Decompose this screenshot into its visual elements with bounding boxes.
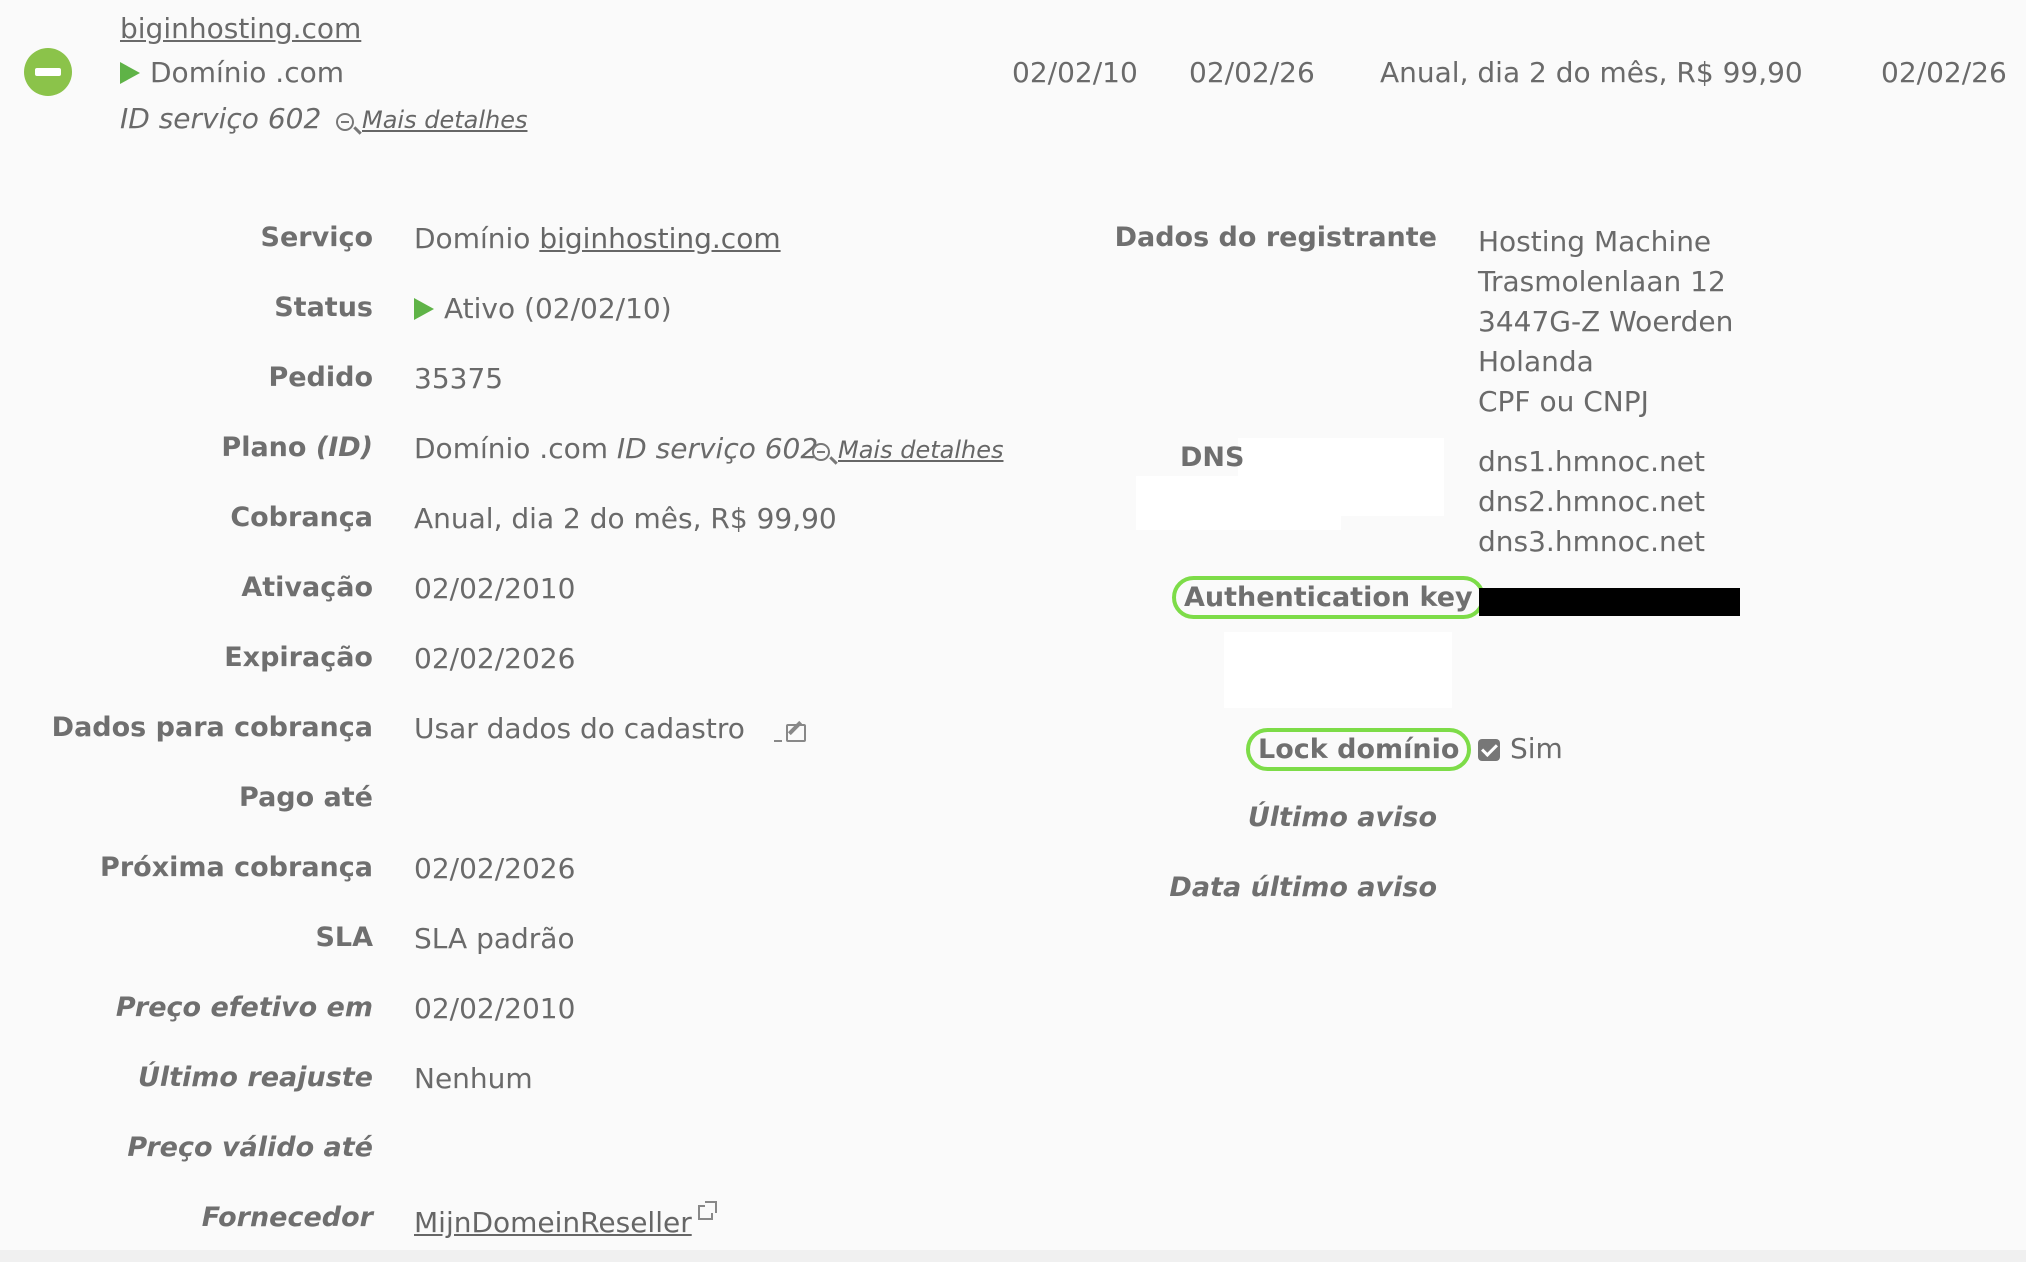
label-registrante: Dados do registrante xyxy=(1114,222,1437,253)
value-fornecedor: MijnDomeinReseller xyxy=(414,1201,717,1239)
label-pago-ate: Pago até xyxy=(239,782,373,813)
label-auth-key: Authentication key xyxy=(1172,576,1485,619)
value-pedido: 35375 xyxy=(414,362,504,395)
registrante-address: Hosting Machine Trasmolenlaan 12 3447G-Z… xyxy=(1478,225,1734,418)
value-plano: Domínio .com ID serviço 602 xyxy=(414,432,819,465)
label-servico: Serviço xyxy=(260,222,373,253)
label-ultimo-aviso: Último aviso xyxy=(1247,802,1437,833)
servico-domain-link[interactable]: biginhosting.com xyxy=(539,222,780,255)
value-expiracao: 02/02/2026 xyxy=(414,642,576,675)
status-active-icon xyxy=(414,298,434,320)
more-details-link[interactable]: Mais detalhes xyxy=(336,106,527,134)
edit-icon[interactable] xyxy=(773,720,806,742)
value-dados-cobranca: Usar dados do cadastro xyxy=(414,712,806,745)
zoom-icon xyxy=(812,443,830,461)
dns-servers: dns1.hmnoc.net dns2.hmnoc.net dns3.hmnoc… xyxy=(1478,445,1705,558)
header-billing: Anual, dia 2 do mês, R$ 99,90 xyxy=(1380,56,1803,89)
external-link-icon[interactable] xyxy=(697,1201,717,1220)
collapse-button[interactable] xyxy=(24,48,72,96)
plano-more-details-link[interactable]: Mais detalhes xyxy=(812,436,1003,464)
label-ativacao: Ativação xyxy=(241,572,373,603)
value-cobranca: Anual, dia 2 do mês, R$ 99,90 xyxy=(414,502,837,535)
value-ultimo-reajuste: Nenhum xyxy=(414,1062,533,1095)
label-dados-cobranca: Dados para cobrança xyxy=(51,712,373,743)
label-preco-efetivo: Preço efetivo em xyxy=(115,992,373,1023)
lock-dominio-value: Sim xyxy=(1478,732,1563,765)
header-next-date: 02/02/26 xyxy=(1881,56,2007,89)
product-label: Domínio .com xyxy=(150,56,345,89)
value-servico: Domínio biginhosting.com xyxy=(414,222,781,255)
label-expiracao: Expiração xyxy=(224,642,373,673)
redaction-box xyxy=(1136,476,1341,530)
label-dns: DNS xyxy=(1180,442,1245,473)
label-plano: Plano (ID) xyxy=(221,432,373,463)
label-cobranca: Cobrança xyxy=(230,502,373,533)
fornecedor-link[interactable]: MijnDomeinReseller xyxy=(414,1206,692,1239)
value-status: Ativo (02/02/10) xyxy=(414,292,672,325)
value-ativacao: 02/02/2010 xyxy=(414,572,576,605)
label-lock-dominio: Lock domínio xyxy=(1246,728,1472,771)
product-name: Domínio .com xyxy=(120,56,344,89)
value-preco-efetivo: 02/02/2010 xyxy=(414,992,576,1025)
label-preco-valido: Preço válido até xyxy=(127,1132,373,1163)
domain-link[interactable]: biginhosting.com xyxy=(120,12,361,45)
label-proxima-cobranca: Próxima cobrança xyxy=(100,852,373,883)
auth-key-redacted xyxy=(1479,588,1740,616)
minus-icon xyxy=(35,68,61,76)
label-ultimo-reajuste: Último reajuste xyxy=(137,1062,373,1093)
redaction-box xyxy=(1224,632,1452,708)
lock-checkbox[interactable] xyxy=(1478,739,1500,761)
label-status: Status xyxy=(274,292,373,323)
label-sla: SLA xyxy=(315,922,373,953)
status-active-icon xyxy=(120,62,140,84)
label-fornecedor: Fornecedor xyxy=(201,1202,373,1233)
value-proxima-cobranca: 02/02/2026 xyxy=(414,852,576,885)
zoom-icon xyxy=(336,113,354,131)
label-data-ultimo-aviso: Data último aviso xyxy=(1169,872,1437,903)
header-end-date: 02/02/26 xyxy=(1189,56,1315,89)
value-sla: SLA padrão xyxy=(414,922,575,955)
bottom-divider xyxy=(0,1250,2026,1262)
header-start-date: 02/02/10 xyxy=(1012,56,1138,89)
service-id: ID serviço 602 xyxy=(120,102,322,135)
label-pedido: Pedido xyxy=(268,362,373,393)
